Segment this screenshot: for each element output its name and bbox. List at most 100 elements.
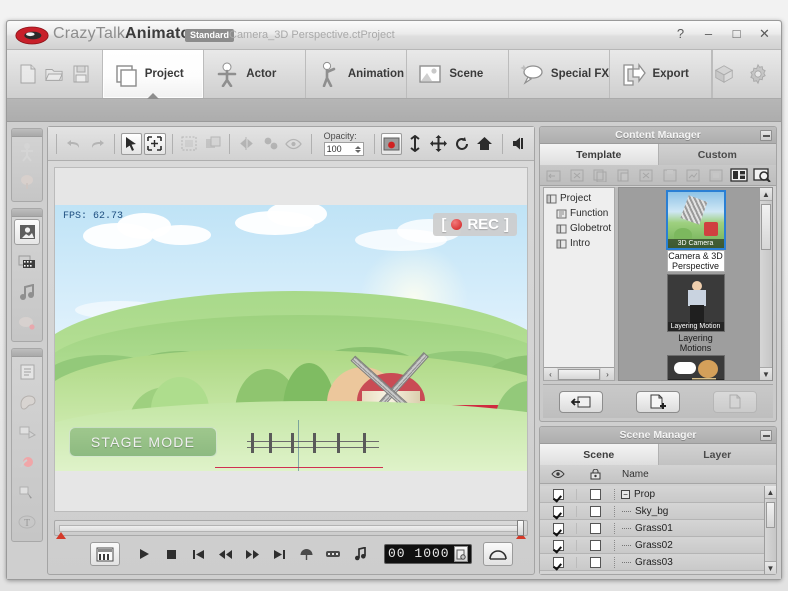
go-to-end-button[interactable] <box>266 543 292 565</box>
tab-layer[interactable]: Layer <box>658 444 776 465</box>
rewind-button[interactable] <box>212 543 238 565</box>
stage-canvas[interactable]: FPS: 62.73 [ REC ] STAGE MODE <box>55 205 527 471</box>
visibility-checkbox-cell[interactable] <box>540 522 576 534</box>
go-to-start-button[interactable] <box>185 543 211 565</box>
audio-tool-icon[interactable] <box>12 277 42 307</box>
audio-note-icon[interactable] <box>347 543 373 565</box>
drag-handle[interactable] <box>12 129 42 137</box>
pick-tool-icon[interactable] <box>12 477 42 507</box>
scroll-up-arrow[interactable]: ▲ <box>765 486 776 499</box>
table-row[interactable]: ····· Cloud01 <box>540 571 776 574</box>
stage-container[interactable]: FPS: 62.73 [ REC ] STAGE MODE <box>54 167 528 512</box>
scroll-thumb[interactable] <box>761 204 771 250</box>
tab-template[interactable]: Template <box>540 144 659 165</box>
visibility-checkbox-cell[interactable] <box>540 573 576 574</box>
lock-checkbox-cell[interactable] <box>576 488 614 500</box>
prop-tool-icon[interactable] <box>12 167 42 197</box>
tree-item-globetrot[interactable]: Globetrot <box>546 221 612 236</box>
lock-checkbox-cell[interactable] <box>576 573 614 574</box>
lock-checkbox[interactable] <box>590 488 601 500</box>
content-item[interactable]: 3D Camera Camera & 3D Perspective <box>665 190 726 272</box>
close-button[interactable]: ✕ <box>756 25 773 42</box>
paint-tool-icon[interactable] <box>12 387 42 417</box>
scroll-down-arrow[interactable]: ▼ <box>765 561 776 574</box>
visibility-checkbox[interactable] <box>552 488 564 500</box>
speaker-icon[interactable] <box>509 133 530 155</box>
record-camera-icon[interactable] <box>380 132 403 155</box>
content-item[interactable]: Link & Unlink <box>666 355 725 380</box>
align-icon[interactable] <box>179 133 200 155</box>
save-project-icon[interactable] <box>72 64 90 84</box>
visibility-checkbox[interactable] <box>552 505 564 517</box>
stage-mode-button[interactable]: STAGE MODE <box>69 427 217 457</box>
remove-icon[interactable] <box>636 167 657 184</box>
tab-scene[interactable]: Scene <box>407 50 509 98</box>
script-tool-icon[interactable] <box>12 357 42 387</box>
stop-button[interactable] <box>158 543 184 565</box>
lock-checkbox[interactable] <box>590 539 601 551</box>
visibility-checkbox-cell[interactable] <box>540 488 576 500</box>
lock-checkbox[interactable] <box>590 522 601 534</box>
row-name-cell[interactable]: ····· Grass02 <box>614 539 776 551</box>
color-tool-icon[interactable] <box>12 447 42 477</box>
render-preview-icon[interactable] <box>482 542 513 566</box>
export-item-icon[interactable] <box>682 167 703 184</box>
table-row[interactable]: − Prop <box>540 486 776 503</box>
row-name-cell[interactable]: ····· Grass03 <box>614 556 776 568</box>
timeline-toggle-icon[interactable] <box>90 542 120 566</box>
tab-actor[interactable]: Actor <box>204 50 306 98</box>
visibility-checkbox[interactable] <box>552 556 564 568</box>
tab-animation[interactable]: Animation <box>306 50 408 98</box>
playhead-handle[interactable] <box>517 520 524 536</box>
row-name-cell[interactable]: − Prop <box>614 488 776 500</box>
drag-handle[interactable] <box>12 349 42 357</box>
text-tool-icon[interactable]: T <box>12 507 42 537</box>
paste-icon[interactable] <box>613 167 634 184</box>
drag-handle[interactable] <box>12 209 42 217</box>
tree-horizontal-scrollbar[interactable]: ‹ › <box>544 367 614 380</box>
scroll-left-arrow[interactable]: ‹ <box>544 368 557 380</box>
table-row[interactable]: ····· Grass02 <box>540 537 776 554</box>
link-icon[interactable] <box>260 133 281 155</box>
visibility-checkbox[interactable] <box>552 522 564 534</box>
open-project-icon[interactable] <box>45 64 64 84</box>
opacity-input[interactable]: 100 <box>323 142 364 156</box>
tree-item-function[interactable]: Function <box>546 206 612 221</box>
tab-scene[interactable]: Scene <box>540 444 659 465</box>
duplicate-icon[interactable] <box>202 133 223 155</box>
undo-icon[interactable] <box>63 133 84 155</box>
flip-icon[interactable] <box>236 133 257 155</box>
bubble-tool-icon[interactable] <box>12 307 42 337</box>
content-grid-scrollbar[interactable]: ▲ ▼ <box>759 188 772 380</box>
lock-checkbox-cell[interactable] <box>576 539 614 551</box>
apply-to-scene-button[interactable] <box>559 390 604 413</box>
move-vertical-icon[interactable] <box>404 133 425 155</box>
scroll-thumb[interactable] <box>558 368 600 380</box>
row-name-cell[interactable]: ····· Cloud01 <box>614 573 776 574</box>
eye-icon[interactable] <box>283 133 304 155</box>
preferences-gear-icon[interactable] <box>747 63 769 85</box>
copy-icon[interactable] <box>589 167 610 184</box>
lock-checkbox-cell[interactable] <box>576 505 614 517</box>
visibility-checkbox[interactable] <box>552 573 564 574</box>
tab-custom[interactable]: Custom <box>658 144 776 165</box>
visibility-checkbox-cell[interactable] <box>540 505 576 517</box>
visibility-checkbox[interactable] <box>552 539 564 551</box>
scene-manager-minimize-button[interactable] <box>760 430 772 441</box>
image-tool-icon[interactable] <box>14 219 40 245</box>
scene-list-scrollbar[interactable]: ▲ ▼ <box>764 486 776 574</box>
range-start-marker[interactable] <box>56 532 66 539</box>
back-folder-icon[interactable] <box>543 167 564 184</box>
delete-icon[interactable] <box>566 167 587 184</box>
actor-tool-icon[interactable] <box>12 137 42 167</box>
select-arrow-icon[interactable] <box>120 132 143 155</box>
content-item[interactable]: Layering Motion Layering Motions <box>666 274 725 353</box>
opacity-stepper[interactable] <box>354 145 361 153</box>
table-row[interactable]: ····· Grass01 <box>540 520 776 537</box>
row-name-cell[interactable]: ····· Grass01 <box>614 522 776 534</box>
visibility-checkbox-cell[interactable] <box>540 556 576 568</box>
rotate-icon[interactable] <box>451 133 472 155</box>
scroll-thumb[interactable] <box>766 502 775 528</box>
fast-forward-button[interactable] <box>239 543 265 565</box>
timecode-display[interactable]: 00 1000 <box>384 544 472 564</box>
